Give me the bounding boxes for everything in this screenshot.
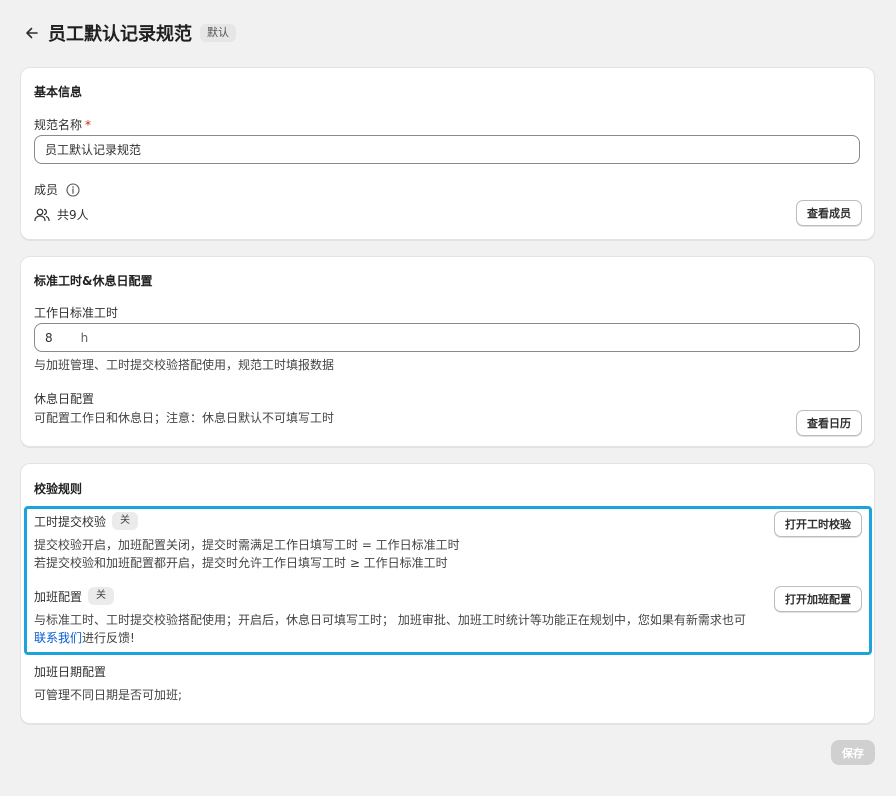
hours-input[interactable]: 8 h — [34, 323, 860, 352]
submit-check-label-text: 工时提交校验 — [34, 514, 107, 529]
basic-info-card: 基本信息 规范名称 * 员工默认记录规范 成员 共9人 查看成员 — [20, 67, 875, 240]
enable-submit-check-button[interactable]: 打开工时校验 — [774, 511, 862, 537]
submit-check-label: 工时提交校验 关 — [34, 512, 139, 530]
view-members-button[interactable]: 查看成员 — [796, 200, 862, 226]
users-icon — [34, 208, 50, 222]
members-count-row: 共9人 — [34, 206, 89, 223]
hours-help-text: 与加班管理、工时提交校验搭配使用，规范工时填报数据 — [34, 358, 335, 372]
members-count: 共9人 — [57, 208, 89, 222]
submit-check-desc-2: 若提交校验和加班配置都开启，提交时允许工作日填写工时 ≥ 工作日标准工时 — [34, 556, 448, 570]
page-header: 员工默认记录规范 默认 — [20, 18, 236, 48]
overtime-label: 加班配置 关 — [34, 587, 115, 605]
hours-label: 工作日标准工时 — [34, 306, 119, 320]
back-button[interactable] — [20, 21, 44, 45]
submit-check-status: 关 — [112, 512, 139, 530]
rules-title: 校验规则 — [34, 482, 83, 496]
members-label-text: 成员 — [34, 183, 59, 197]
rest-label: 休息日配置 — [34, 392, 95, 406]
standard-hours-title: 标准工时&休息日配置 — [34, 274, 153, 288]
rules-card: 校验规则 工时提交校验 关 打开工时校验 提交校验开启，加班配置关闭，提交时需满… — [20, 463, 875, 724]
overtime-status: 关 — [88, 587, 115, 605]
overtime-label-text: 加班配置 — [34, 589, 83, 604]
overtime-date-desc: 可管理不同日期是否可加班; — [34, 688, 183, 702]
default-badge: 默认 — [200, 24, 236, 42]
enable-overtime-button[interactable]: 打开加班配置 — [774, 586, 862, 612]
arrow-left-icon — [24, 25, 40, 41]
hours-unit: h — [80, 330, 89, 345]
contact-us-link[interactable]: 联系我们 — [34, 631, 82, 645]
name-input-value: 员工默认记录规范 — [45, 143, 142, 157]
overtime-date-label: 加班日期配置 — [34, 665, 107, 679]
hours-input-value: 8 — [45, 330, 53, 345]
save-button[interactable]: 保存 — [831, 740, 875, 765]
members-label: 成员 — [34, 181, 80, 198]
overtime-desc-text: 与标准工时、工时提交校验搭配使用；开启后，休息日可填写工时； 加班审批、加班工时… — [34, 613, 746, 627]
basic-info-title: 基本信息 — [34, 85, 83, 99]
name-input[interactable]: 员工默认记录规范 — [34, 135, 860, 164]
overtime-desc-tail: 进行反馈! — [82, 631, 135, 645]
page-title: 员工默认记录规范 — [48, 24, 192, 45]
info-icon[interactable] — [66, 182, 80, 197]
name-label-text: 规范名称 — [34, 118, 83, 132]
view-calendar-button[interactable]: 查看日历 — [796, 410, 862, 436]
required-mark: * — [85, 118, 92, 132]
standard-hours-card: 标准工时&休息日配置 工作日标准工时 8 h 与加班管理、工时提交校验搭配使用，… — [20, 256, 875, 447]
name-label: 规范名称 * — [34, 116, 91, 133]
page: 员工默认记录规范 默认 基本信息 规范名称 * 员工默认记录规范 成员 共9人 … — [0, 0, 896, 796]
rest-help-text: 可配置工作日和休息日；注意：休息日默认不可填写工时 — [34, 411, 335, 425]
overtime-desc: 与标准工时、工时提交校验搭配使用；开启后，休息日可填写工时； 加班审批、加班工时… — [34, 611, 754, 647]
submit-check-desc-1: 提交校验开启，加班配置关闭，提交时需满足工作日填写工时 = 工作日标准工时 — [34, 538, 460, 552]
